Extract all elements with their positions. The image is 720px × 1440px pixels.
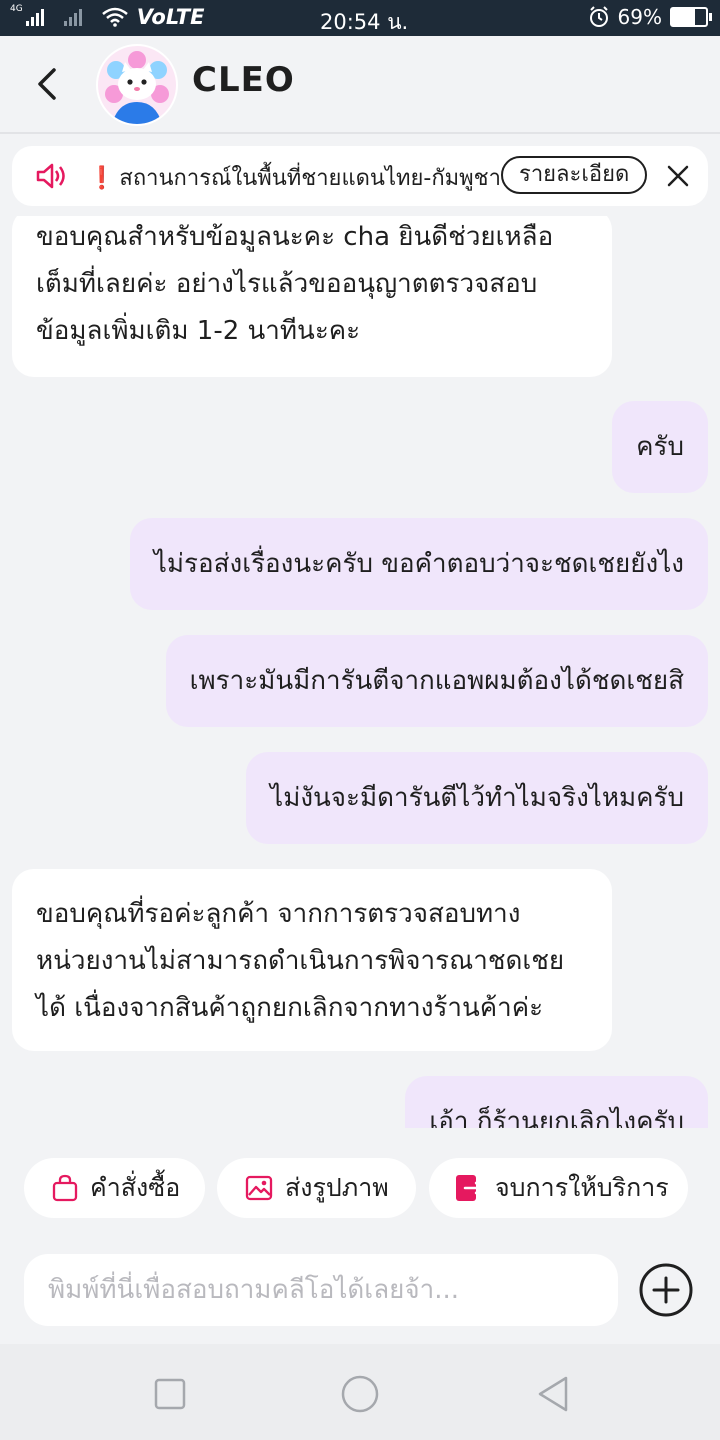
signal-icon: [25, 9, 44, 26]
image-icon: [245, 1175, 273, 1201]
details-button[interactable]: รายละเอียด: [501, 156, 648, 194]
chat-header: CLEO: [0, 36, 720, 134]
message-text: ไม่งันจะมีดารันตีไว้ทำไมจริงไหมครับ: [270, 783, 684, 813]
home-icon[interactable]: [340, 1374, 380, 1414]
message-input[interactable]: [24, 1254, 618, 1326]
end-service-button[interactable]: จบการให้บริการ: [429, 1158, 688, 1218]
message-bubble-outgoing: เอ้า ก็ร้านยกเลิกไงครับ: [405, 1076, 708, 1128]
announcement-banner[interactable]: ❗ สถานการณ์ในพื้นที่ชายแดนไทย-กัมพูชา ราย…: [12, 146, 708, 206]
chat-messages[interactable]: ขอบคุณสำหรับข้อมูลนะคะ cha ยินดีช่วยเหลื…: [0, 216, 720, 1128]
status-time: 20:54 น.: [320, 10, 409, 34]
message-bubble-incoming: ขอบคุณที่รอค่ะลูกค้า จากการตรวจสอบทาง หน…: [12, 869, 612, 1051]
recent-apps-icon[interactable]: [150, 1374, 190, 1414]
battery-level: [672, 9, 696, 25]
end-service-label: จบการให้บริการ: [495, 1173, 669, 1202]
status-bar: 4G VoLTE 20:54 น. 69%: [0, 0, 720, 36]
message-bubble-outgoing: เพราะมันมีการันตีจากแอพผมต้องได้ชดเชยสิ: [165, 635, 708, 727]
add-attachment-icon[interactable]: [638, 1262, 694, 1318]
volte-label: VoLTE: [136, 5, 205, 29]
message-bubble-outgoing: ไม่รอส่งเรื่องนะครับ ขอคำตอบว่าจะชดเชยยั…: [129, 518, 708, 610]
message-text: ครับ: [636, 432, 684, 462]
announcement-text: ❗ สถานการณ์ในพื้นที่ชายแดนไทย-กัมพูชา: [88, 160, 501, 195]
battery-percent: 69%: [617, 5, 662, 29]
page-title: CLEO: [192, 60, 295, 100]
shopping-bag-icon: [52, 1174, 78, 1202]
message-text: ไม่รอส่งเรื่องนะครับ ขอคำตอบว่าจะชดเชยยั…: [153, 549, 684, 579]
back-icon[interactable]: [28, 64, 68, 104]
message-line: ข้อมูลเพิ่มเติม 1-2 นาทีนะคะ: [36, 316, 361, 346]
message-line: ขอบคุณสำหรับข้อมูลนะคะ cha ยินดีช่วยเหลื…: [36, 222, 554, 252]
exit-icon: [456, 1175, 483, 1201]
message-text: เอ้า ก็ร้านยกเลิกไงครับ: [429, 1107, 684, 1128]
speaker-icon: [36, 163, 65, 189]
close-icon[interactable]: [666, 164, 690, 188]
avatar[interactable]: [96, 44, 178, 126]
announcement-label: สถานการณ์ในพื้นที่ชายแดนไทย-กัมพูชา: [119, 166, 501, 191]
message-line: ขอบคุณที่รอค่ะลูกค้า จากการตรวจสอบทาง: [36, 899, 521, 929]
network-type: 4G: [10, 4, 23, 14]
cat-mascot-icon: [105, 51, 169, 124]
signal-icon-secondary: [63, 9, 82, 26]
wifi-icon: [101, 7, 128, 27]
exclamation-icon: ❗: [88, 166, 116, 191]
message-line: หน่วยงานไม่สามารถดำเนินการพิจารณาชดเชย: [36, 946, 565, 976]
orders-button[interactable]: คำสั่งซื้อ: [24, 1158, 205, 1218]
message-bubble-incoming: ขอบคุณสำหรับข้อมูลนะคะ cha ยินดีช่วยเหลื…: [12, 216, 612, 377]
message-bubble-outgoing: ไม่งันจะมีดารันตีไว้ทำไมจริงไหมครับ: [246, 752, 708, 844]
back-nav-icon[interactable]: [534, 1374, 574, 1414]
send-image-label: ส่งรูปภาพ: [285, 1173, 389, 1202]
system-navigation-bar: [0, 1344, 720, 1440]
battery-icon: [670, 7, 712, 27]
message-line: เต็มที่เลยค่ะ อย่างไรแล้วขออนุญาตตรวจสอบ: [36, 269, 538, 299]
message-line: ได้ เนื่องจากสินค้าถูกยกเลิกจากทางร้านค้…: [36, 993, 544, 1023]
orders-label: คำสั่งซื้อ: [90, 1173, 181, 1202]
message-input-container: [24, 1254, 618, 1326]
message-bubble-outgoing: ครับ: [612, 401, 708, 493]
message-text: เพราะมันมีการันตีจากแอพผมต้องได้ชดเชยสิ: [189, 666, 684, 696]
send-image-button[interactable]: ส่งรูปภาพ: [217, 1158, 416, 1218]
alarm-icon: [589, 6, 608, 27]
